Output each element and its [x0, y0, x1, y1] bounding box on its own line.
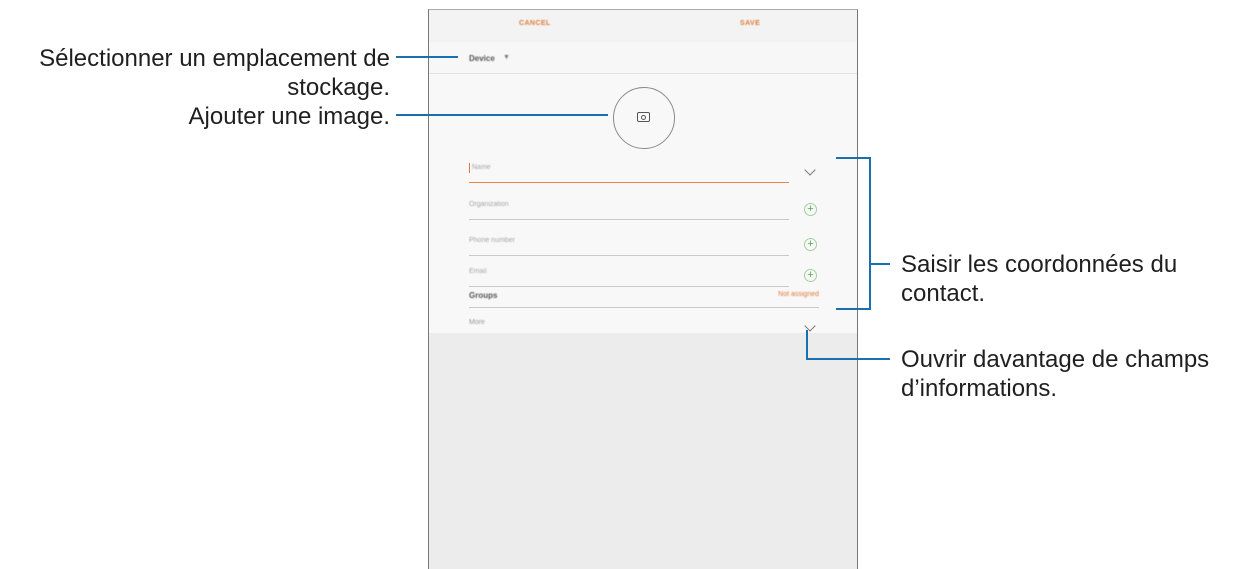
add-phone-plus-icon[interactable]: + [804, 238, 817, 251]
phone-number-underline [469, 255, 789, 256]
groups-divider [469, 307, 819, 308]
callout-image-line [396, 114, 608, 116]
email-underline [469, 286, 789, 287]
email-placeholder: Email [469, 268, 487, 275]
phone-number-placeholder: Phone number [469, 237, 515, 244]
annotation-storage-line2: stockage. [287, 74, 390, 101]
add-email-plus-icon[interactable]: + [804, 269, 817, 282]
camera-icon [637, 112, 650, 122]
phone-screen: CANCEL SAVE Device ▼ Name Organization +… [428, 9, 858, 569]
email-field[interactable]: Email [469, 267, 789, 287]
expand-name-chevron-icon[interactable] [804, 164, 816, 176]
organization-underline [469, 219, 789, 220]
annotation-contact-line2: contact. [901, 280, 986, 307]
callout-contact-top [836, 157, 870, 159]
top-action-bar: CANCEL SAVE [429, 10, 857, 42]
annotation-more-line2: d’informations. [901, 375, 1058, 402]
more-label: More [469, 319, 485, 326]
name-field[interactable]: Name [469, 163, 789, 183]
storage-label: Device [469, 54, 495, 63]
storage-selector[interactable]: Device ▼ [429, 42, 857, 74]
add-organization-plus-icon[interactable]: + [804, 203, 817, 216]
callout-contact-bottom [836, 308, 870, 310]
phone-number-field[interactable]: Phone number [469, 236, 789, 256]
text-cursor [469, 163, 470, 173]
cancel-button[interactable]: CANCEL [519, 20, 551, 27]
callout-more-horizontal [806, 358, 890, 360]
annotation-contact-line1: Saisir les coordonnées du [901, 251, 1178, 278]
dropdown-arrow-icon: ▼ [503, 54, 510, 61]
name-placeholder: Name [472, 164, 491, 171]
annotation-image: Ajouter une image. [188, 103, 390, 130]
callout-more-vertical [806, 330, 808, 360]
callout-contact-pointer [869, 263, 890, 265]
add-image-button[interactable] [613, 87, 675, 149]
annotation-more-line1: Ouvrir davantage de champs [901, 346, 1210, 373]
name-underline [469, 181, 789, 183]
contact-form: Name Organization + Phone number + Email… [429, 74, 857, 333]
annotation-storage-line1: Sélectionner un emplacement de [39, 45, 390, 72]
callout-storage-line [396, 56, 458, 58]
organization-placeholder: Organization [469, 201, 509, 208]
groups-label: Groups [469, 291, 498, 300]
callout-contact-vertical [869, 157, 871, 310]
organization-field[interactable]: Organization [469, 200, 789, 220]
groups-value-link[interactable]: Not assigned [778, 291, 819, 298]
save-button[interactable]: SAVE [740, 20, 760, 27]
